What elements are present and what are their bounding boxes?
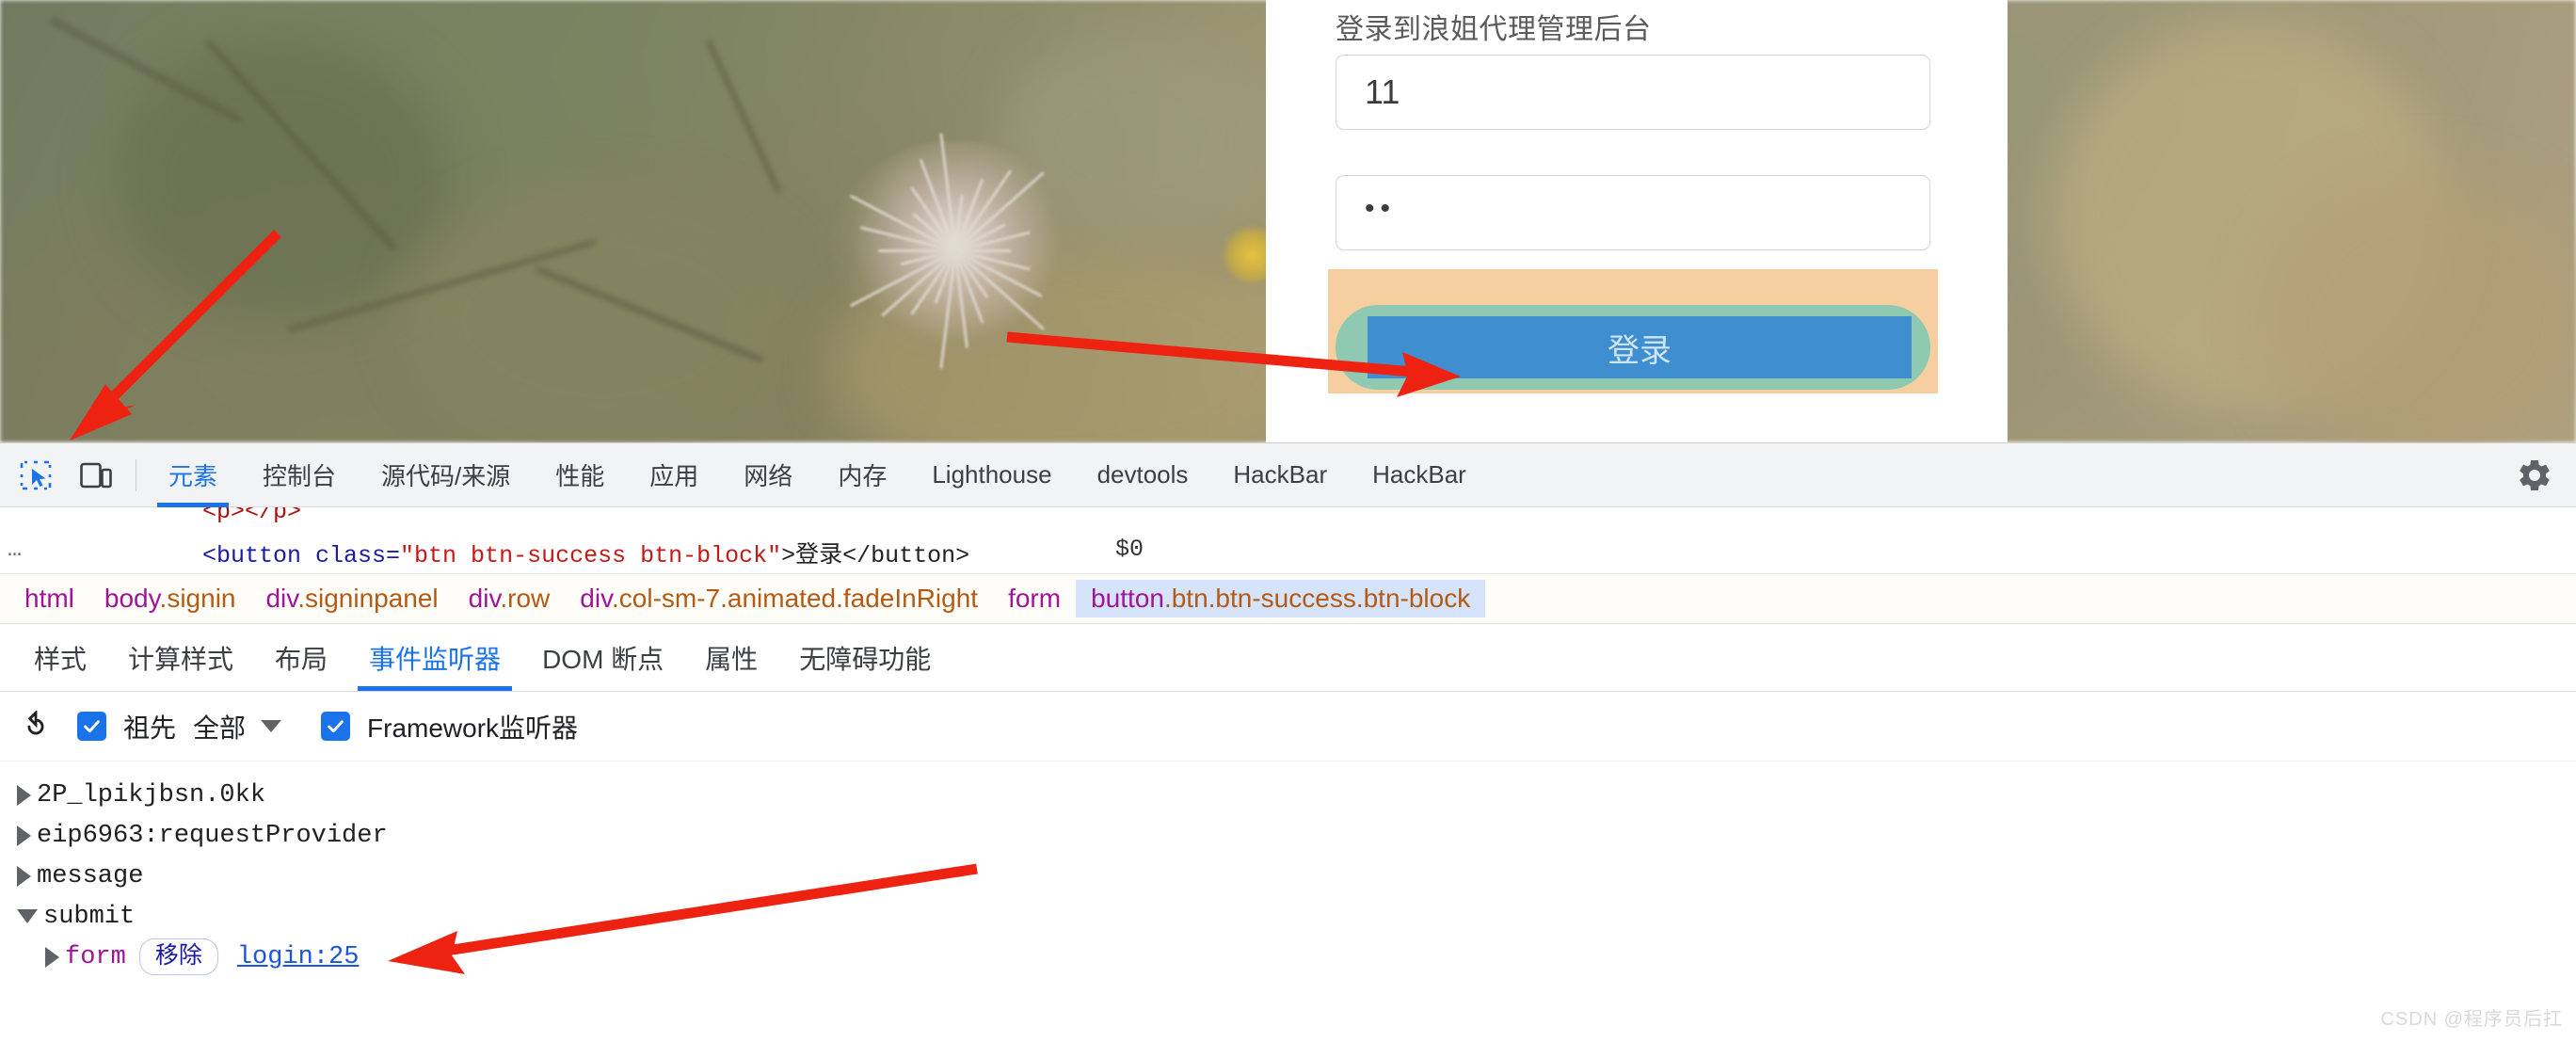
tab-devtools[interactable]: devtools xyxy=(1075,443,1211,507)
chevron-down-icon xyxy=(261,720,282,732)
tab-源代码/来源[interactable]: 源代码/来源 xyxy=(359,443,533,507)
listener-source-link[interactable]: login:25 xyxy=(237,943,360,971)
tab-内存[interactable]: 内存 xyxy=(815,443,909,507)
inspected-page-viewport: 登录到浪姐代理管理后台 11 •• 登录 xyxy=(0,0,2576,442)
breadcrumb-item[interactable]: html xyxy=(9,580,89,617)
breadcrumb-tag: div xyxy=(265,584,298,613)
username-input[interactable]: 11 xyxy=(1336,55,1930,130)
listener-row[interactable]: 2P_lpikjbsn.0kk xyxy=(17,775,2576,815)
listener-row[interactable]: message xyxy=(17,856,2576,896)
dom-line-button[interactable]: <button class="btn btn-success btn-block… xyxy=(202,536,969,569)
login-panel: 登录到浪姐代理管理后台 11 •• 登录 xyxy=(1266,0,2008,442)
breadcrumb-tag: form xyxy=(1008,584,1062,613)
triangle-down-icon[interactable] xyxy=(17,909,38,923)
sidebar-tab-属性[interactable]: 属性 xyxy=(684,624,778,691)
csdn-watermark: CSDN @程序员后扛 xyxy=(2380,1009,2563,1030)
dom-line-paragraph[interactable]: <p></p> xyxy=(202,507,301,525)
tab-HackBar[interactable]: HackBar xyxy=(1350,443,1489,507)
password-masked-value: •• xyxy=(1365,193,1397,224)
triangle-right-icon[interactable] xyxy=(17,784,31,806)
background-blur-blob xyxy=(405,188,800,442)
dom-attr-value: "btn btn-success btn-block" xyxy=(400,542,782,569)
device-toolbar-icon[interactable] xyxy=(66,443,126,507)
breadcrumb-tag: button xyxy=(1091,584,1164,613)
sidebar-tab-无障碍功能[interactable]: 无障碍功能 xyxy=(778,624,952,691)
devtools-panel: 元素 控制台 源代码/来源 性能 应用 网络 内存 Lighthouse devtools Hac… xyxy=(0,442,2576,1042)
event-listeners-filter-bar: 祖先 全部 Framework监听器 xyxy=(0,692,2576,761)
event-listeners-tree: 2P_lpikjbsn.0kk eip6963:requestProvider me… xyxy=(0,761,2576,977)
breadcrumb-tag: div xyxy=(580,584,612,613)
listener-name: message xyxy=(37,861,144,890)
dom-attr-open: <button class= xyxy=(202,542,401,569)
tab-控制台[interactable]: 控制台 xyxy=(240,443,359,507)
triangle-right-icon[interactable] xyxy=(45,946,59,968)
breadcrumb-item[interactable]: div.signinpanel xyxy=(250,580,453,617)
breadcrumb-class: .col-sm-7.animated.fadeInRight xyxy=(612,584,979,613)
listener-target-row[interactable]: form 移除 login:25 xyxy=(17,937,2576,977)
tab-性能[interactable]: 性能 xyxy=(533,443,627,507)
sidebar-tab-事件监听器[interactable]: 事件监听器 xyxy=(348,624,521,691)
login-button-padding-highlight: 登录 xyxy=(1336,305,1930,390)
breadcrumb-class: .signinpanel xyxy=(297,584,439,613)
tab-元素[interactable]: 元素 xyxy=(146,443,240,507)
inspect-element-icon[interactable] xyxy=(6,443,66,507)
ancestors-checkbox[interactable] xyxy=(77,712,106,741)
breadcrumb-class: .btn.btn-success.btn-block xyxy=(1163,584,1471,613)
listener-name: eip6963:requestProvider xyxy=(37,821,388,850)
breadcrumb-item[interactable]: div.col-sm-7.animated.fadeInRight xyxy=(565,580,993,617)
listener-scope-select[interactable]: 全部 xyxy=(193,708,282,745)
listener-name: submit xyxy=(43,902,136,931)
breadcrumb-item[interactable]: body.signin xyxy=(89,580,251,617)
login-submit-button[interactable]: 登录 xyxy=(1368,316,1912,378)
login-title: 登录到浪姐代理管理后台 xyxy=(1336,14,1652,45)
sidebar-tab-样式[interactable]: 样式 xyxy=(13,624,107,691)
breadcrumb-item[interactable]: div.row xyxy=(454,580,566,617)
listener-target-node: form xyxy=(65,942,126,971)
dom-ellipsis: … xyxy=(8,536,23,563)
gear-icon[interactable] xyxy=(2516,457,2553,499)
breadcrumb-tag: div xyxy=(468,584,501,613)
breadcrumb-tag: html xyxy=(24,584,74,613)
refresh-icon[interactable] xyxy=(17,708,55,745)
listener-row[interactable]: eip6963:requestProvider xyxy=(17,815,2576,856)
ancestors-label: 祖先 xyxy=(123,713,177,743)
sidebar-tab-布局[interactable]: 布局 xyxy=(254,624,348,691)
breadcrumb-item[interactable]: button.btn.btn-success.btn-block xyxy=(1076,580,1486,617)
listener-scope-value: 全部 xyxy=(193,713,247,743)
thistle-spikes xyxy=(828,133,1082,369)
listener-row[interactable]: submit xyxy=(17,896,2576,937)
sidebar-tab-DOM 断点[interactable]: DOM 断点 xyxy=(521,624,684,691)
sidebar-tab-计算样式[interactable]: 计算样式 xyxy=(107,624,254,691)
breadcrumb-tag: body xyxy=(104,584,160,613)
tab-网络[interactable]: 网络 xyxy=(721,443,815,507)
breadcrumb-class: .signin xyxy=(159,584,236,613)
triangle-right-icon[interactable] xyxy=(17,865,31,887)
tab-HackBar[interactable]: HackBar xyxy=(1210,443,1350,507)
framework-listeners-label: Framework监听器 xyxy=(367,713,579,743)
dom-tag-close: >登录</button> xyxy=(781,542,970,569)
login-button-margin-highlight: 登录 xyxy=(1328,269,1938,393)
breadcrumb-class: .row xyxy=(500,584,551,613)
framework-listeners-checkbox[interactable] xyxy=(321,712,351,741)
tab-Lighthouse[interactable]: Lighthouse xyxy=(909,443,1074,507)
sidebar-tab-strip: 样式 计算样式 布局 事件监听器 DOM 断点 属性 无障碍功能 xyxy=(0,624,2576,692)
password-input[interactable]: •• xyxy=(1336,175,1930,250)
tab-应用[interactable]: 应用 xyxy=(627,443,721,507)
devtools-toolbar: 元素 控制台 源代码/来源 性能 应用 网络 内存 Lighthouse devtools Hac… xyxy=(0,443,2576,507)
listener-name: 2P_lpikjbsn.0kk xyxy=(37,780,266,810)
devtools-tab-strip: 元素 控制台 源代码/来源 性能 应用 网络 内存 Lighthouse devtools Hac… xyxy=(146,443,1489,507)
breadcrumb: html body.signin div.signinpanel div.row div… xyxy=(0,573,2576,624)
breadcrumb-item[interactable]: form xyxy=(993,580,1076,617)
dom-tree-snippet: … <p></p> <button class="btn btn-success… xyxy=(0,507,2576,573)
remove-listener-button[interactable]: 移除 xyxy=(138,938,218,976)
triangle-right-icon[interactable] xyxy=(17,825,31,846)
dom-selected-marker: $0 xyxy=(1115,536,1144,563)
